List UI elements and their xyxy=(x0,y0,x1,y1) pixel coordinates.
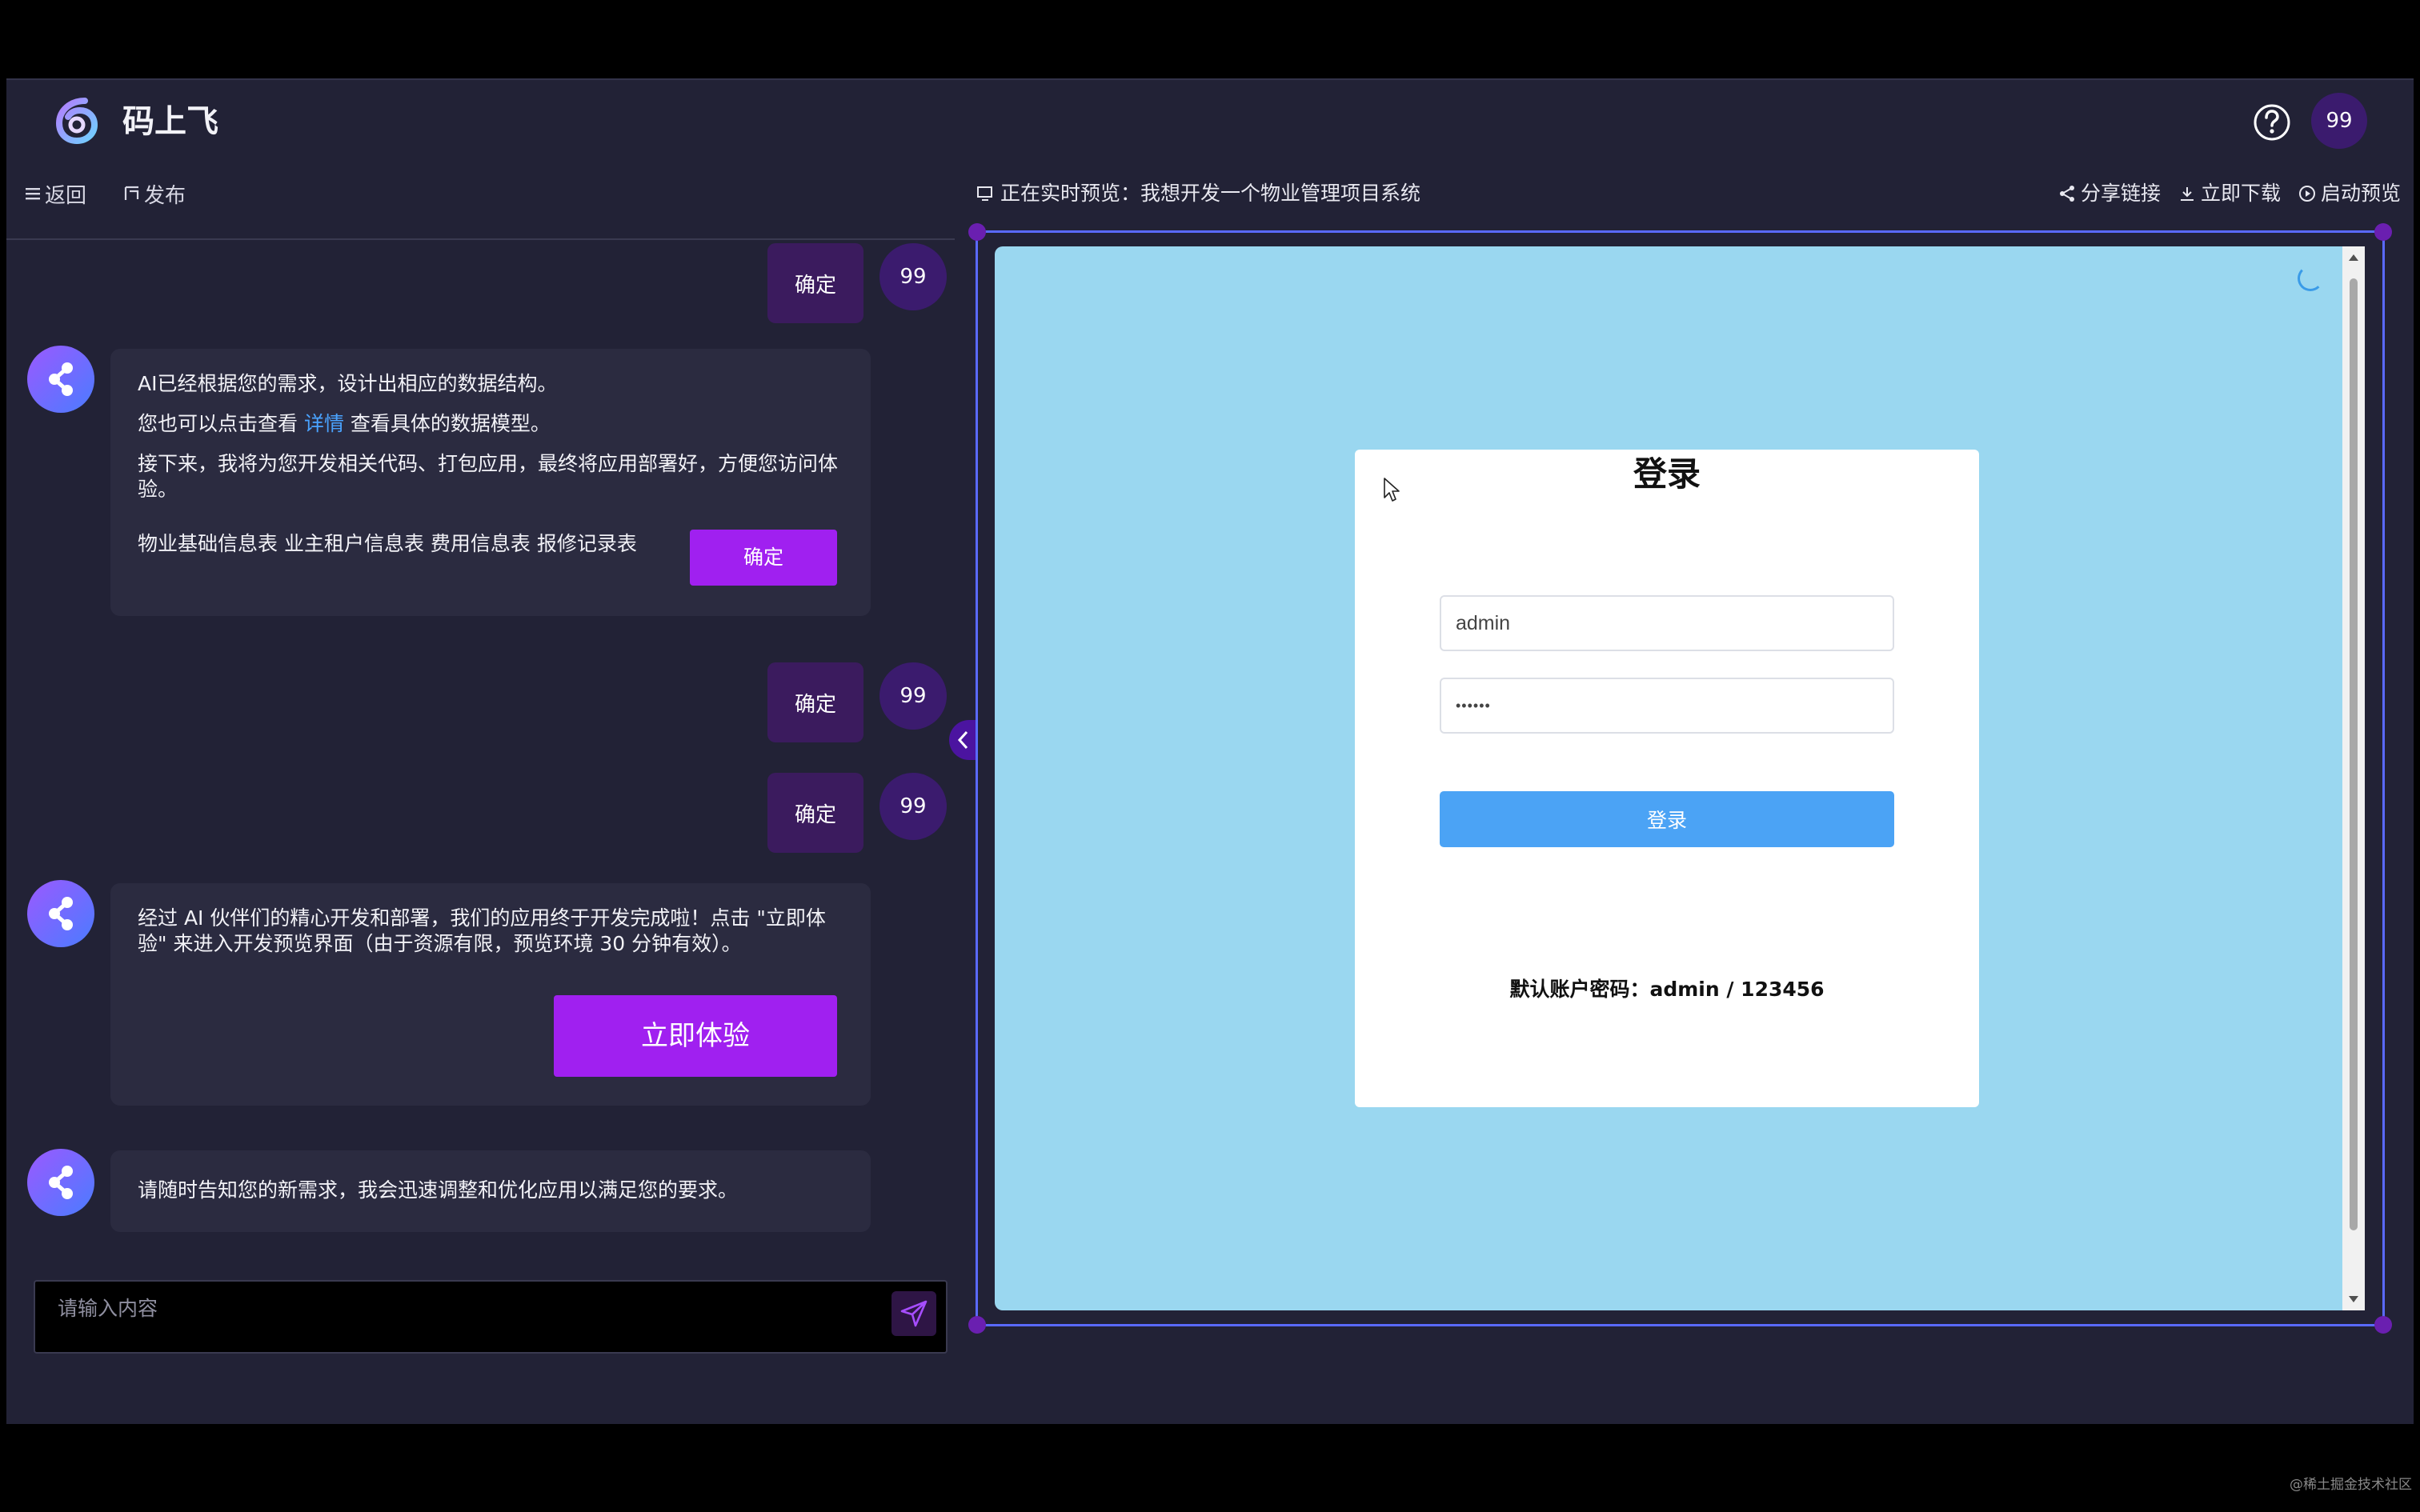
left-toolbar: 返回 发布 xyxy=(24,176,186,211)
help-icon[interactable] xyxy=(2252,102,2292,142)
chat-input[interactable]: 请输入内容 xyxy=(34,1280,948,1354)
resize-handle[interactable] xyxy=(968,1316,986,1334)
publish-button[interactable]: 发布 xyxy=(123,179,186,209)
bot-logo-icon xyxy=(49,1166,73,1199)
chevron-left-icon xyxy=(957,730,968,750)
user-message-bubble: 确定 xyxy=(767,243,863,323)
user-message-bubble: 确定 xyxy=(767,773,863,853)
top-bar: 码上飞 99 xyxy=(6,80,2414,168)
bot-avatar xyxy=(27,346,94,413)
try-now-button[interactable]: 立即体验 xyxy=(554,995,837,1077)
send-button[interactable] xyxy=(891,1291,936,1336)
user-message-avatar: 99 xyxy=(879,773,947,840)
play-circle-icon xyxy=(2298,186,2315,202)
login-button[interactable]: 登录 xyxy=(1440,791,1894,847)
preview-viewport: 登录 admin •••••• 登录 默认账户密码：admin / 123456 xyxy=(995,246,2342,1310)
download-button[interactable]: 立即下载 xyxy=(2178,176,2281,211)
bot-message-text: 您也可以点击查看 详情 查看具体的数据模型。 xyxy=(138,412,551,435)
user-message-avatar: 99 xyxy=(879,662,947,730)
table-list: 物业基础信息表 业主租户信息表 费用信息表 报修记录表 xyxy=(138,532,637,555)
resize-handle[interactable] xyxy=(2374,1316,2392,1334)
bot-message-text: 接下来，我将为您开发相关代码、打包应用，最终将应用部署好，方便您访问体验。 xyxy=(138,452,839,501)
launch-preview-label: 启动预览 xyxy=(2320,182,2401,205)
default-account-hint: 默认账户密码：admin / 123456 xyxy=(1509,978,1825,1001)
resize-handle[interactable] xyxy=(2374,223,2392,241)
preview-title: 正在实时预览：我想开发一个物业管理项目系统 xyxy=(976,176,1420,211)
chat-input-placeholder: 请输入内容 xyxy=(58,1297,158,1320)
login-title: 登录 xyxy=(1633,454,1701,494)
preview-toolbar: 正在实时预览：我想开发一个物业管理项目系统 分享链接 立即下载 启动预览 xyxy=(976,176,2401,211)
bot-message-card: 请随时告知您的新需求，我会迅速调整和优化应用以满足您的要求。 xyxy=(110,1150,871,1232)
user-message: 确定 99 xyxy=(767,243,947,323)
send-icon xyxy=(900,1300,928,1327)
preview-actions: 分享链接 立即下载 启动预览 xyxy=(2058,176,2401,211)
password-field[interactable]: •••••• xyxy=(1440,678,1894,734)
bot-message-card: AI已经根据您的需求，设计出相应的数据结构。 您也可以点击查看 详情 查看具体的… xyxy=(110,349,871,616)
bot-logo-icon xyxy=(49,897,73,930)
resize-handle[interactable] xyxy=(968,223,986,241)
preview-scrollbar[interactable] xyxy=(2342,246,2365,1310)
details-link[interactable]: 详情 xyxy=(304,412,344,435)
user-avatar[interactable]: 99 xyxy=(2311,93,2367,149)
chat-panel: 确定 99 AI已经根据您的需求，设计出相应的数据结构。 您也可以点击查看 详情… xyxy=(6,240,955,1352)
bot-logo-icon xyxy=(49,362,73,396)
app-window: 码上飞 99 返回 发布 确定 99 AI已经根据您的需求，设计出相应的数据结构… xyxy=(6,78,2414,1424)
user-message-avatar: 99 xyxy=(879,243,947,310)
publish-icon xyxy=(124,186,139,200)
back-button[interactable]: 返回 xyxy=(24,179,86,209)
confirm-button[interactable]: 确定 xyxy=(690,530,837,586)
bot-message-text: 请随时告知您的新需求，我会迅速调整和优化应用以满足您的要求。 xyxy=(138,1178,739,1202)
mouse-cursor-icon xyxy=(1384,478,1400,502)
username-field[interactable]: admin xyxy=(1440,595,1894,651)
app-title: 码上飞 xyxy=(122,103,218,140)
share-icon xyxy=(2059,186,2074,202)
user-message: 确定 99 xyxy=(767,662,947,742)
scroll-up-icon xyxy=(2349,254,2358,261)
watermark: @稀土掘金技术社区 xyxy=(2290,1477,2412,1493)
bot-message-text: 经过 AI 伙伴们的精心开发和部署，我们的应用终于开发完成啦！点击 "立即体验"… xyxy=(138,906,826,955)
user-message: 确定 99 xyxy=(767,773,947,853)
download-icon xyxy=(2180,187,2194,201)
share-link-button[interactable]: 分享链接 xyxy=(2058,176,2161,211)
share-link-label: 分享链接 xyxy=(2080,182,2161,205)
scroll-thumb[interactable] xyxy=(2350,278,2358,1230)
user-message-bubble: 确定 xyxy=(767,662,863,742)
download-label: 立即下载 xyxy=(2200,182,2281,205)
loading-spinner-icon xyxy=(2298,266,2323,291)
preview-title-text: 正在实时预览：我想开发一个物业管理项目系统 xyxy=(1000,182,1421,205)
launch-preview-button[interactable]: 启动预览 xyxy=(2298,176,2401,211)
bot-avatar xyxy=(27,880,94,947)
bot-message-text: AI已经根据您的需求，设计出相应的数据结构。 xyxy=(138,372,558,395)
bot-message-card: 经过 AI 伙伴们的精心开发和部署，我们的应用终于开发完成啦！点击 "立即体验"… xyxy=(110,883,871,1106)
login-card: 登录 admin •••••• 登录 默认账户密码：admin / 123456 xyxy=(1355,450,1979,1107)
publish-label: 发布 xyxy=(144,183,186,208)
menu-icon xyxy=(26,188,40,200)
bot-avatar xyxy=(27,1149,94,1216)
scroll-down-icon xyxy=(2349,1296,2358,1302)
back-label: 返回 xyxy=(45,183,87,208)
app-logo-icon xyxy=(55,98,98,145)
monitor-icon xyxy=(977,186,992,201)
